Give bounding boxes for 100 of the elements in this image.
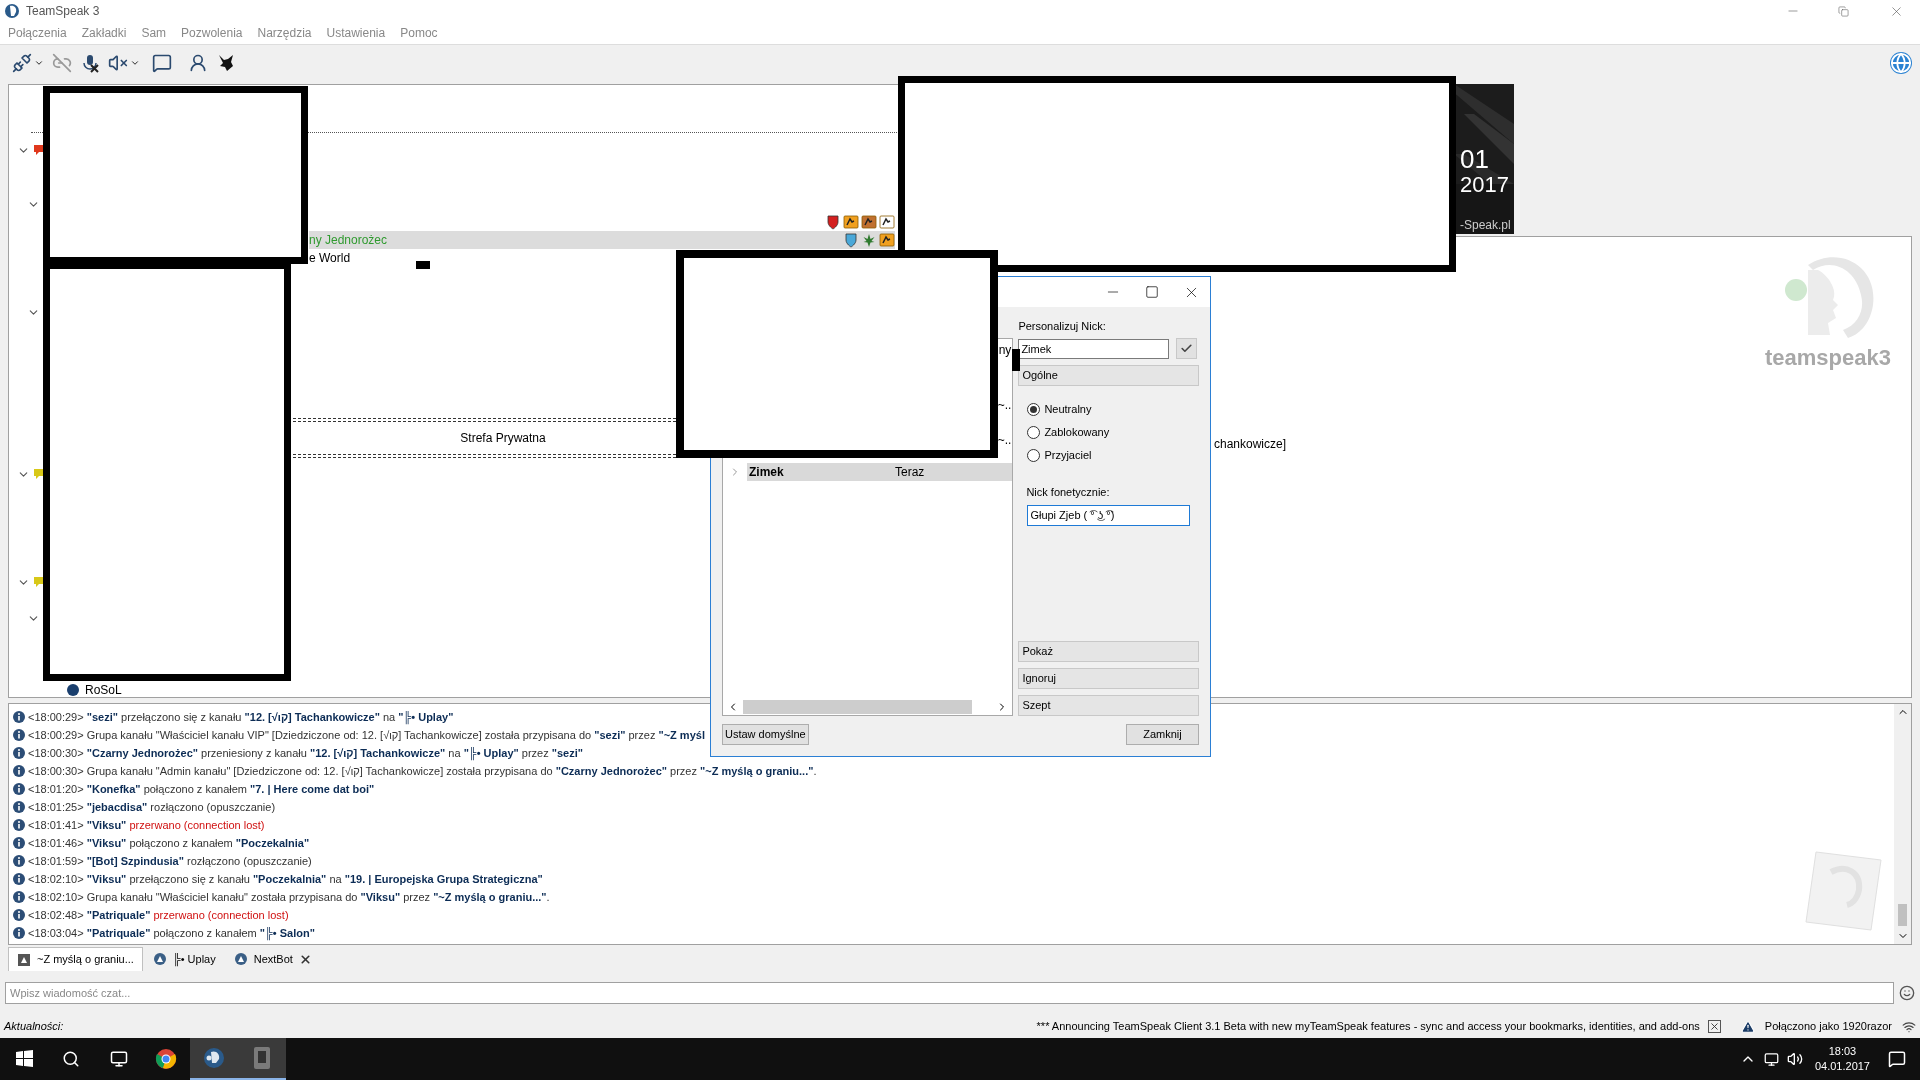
taskbar-app[interactable] [190,1038,238,1080]
menu-item[interactable]: Pozwolenia [181,24,243,42]
globe-icon[interactable] [1890,51,1912,74]
person-icon[interactable] [188,52,208,73]
microphone-off-icon[interactable] [80,52,100,73]
info-icon [13,801,25,813]
action-button[interactable]: Ignoruj [1018,668,1199,689]
menu-item[interactable]: Ustawienia [326,24,386,42]
info-icon [13,891,25,903]
action-button[interactable]: Pokaż [1018,641,1199,662]
menu-item[interactable]: Sam [141,24,167,42]
log-message: <18:02:10> "Viksu" przełączono się z kanału "Poczekalnia" na "19. | Europejska Grupa Strategiczna" [28,871,543,887]
news-ticker: *** Announcing TeamSpeak Client 3.1 Beta with new myTeamSpeak features - sync and access your bookmarks, identities, and add-ons [1036,1019,1700,1035]
radio-icon[interactable] [1027,448,1041,462]
reset-button[interactable]: Ustaw domyślne [722,724,809,745]
client-name[interactable]: RoSoL [85,681,122,697]
log-message: <18:01:46> "Viksu" połączono z kanałem "Poczekalnia" [28,835,310,851]
section-header[interactable]: Ogólne [1018,365,1199,386]
contact-name: ny [998,342,1012,359]
check-icon [1180,342,1194,355]
vertical-scrollbar[interactable] [1894,704,1911,944]
menu-item[interactable]: Połączenia [8,24,67,42]
radio-option[interactable]: Zablokowany [1027,423,1199,441]
maximize-icon[interactable] [1145,285,1159,299]
close-button[interactable]: Zamknij [1126,724,1199,745]
confirm-button[interactable] [1176,338,1198,359]
clock-date[interactable]: 04.01.2017 [1814,1059,1870,1074]
chat-tab[interactable]: NextBot [225,947,320,971]
close-icon[interactable] [1707,1020,1721,1033]
nick-field[interactable]: Zimek [1018,338,1170,359]
phonetic-label: Nick fonetycznie: [1025,485,1111,500]
shield-icon [843,232,859,248]
taskbar-app[interactable] [238,1038,286,1080]
chat-tab[interactable]: ╠• Uplay [144,947,224,971]
scroll-thumb[interactable] [1898,904,1907,926]
chat-tab[interactable]: ~Z myślą o graniu... [8,947,143,971]
spacer-title[interactable]: Strefa Prywatna [460,429,546,447]
warning-icon [1740,1019,1755,1034]
clock-time[interactable]: 18:03 [1828,1044,1857,1059]
contact-name: ~.. [997,432,1012,449]
game-badge-icon [879,232,895,248]
phonetic-field[interactable]: Głupi Zjeb ( ͡° ͜ʖ ͡°) [1027,504,1191,526]
info-icon [13,729,25,741]
menu-item[interactable]: Pomoc [400,24,438,42]
info-icon [13,711,25,723]
tab-icon [17,952,31,967]
speaker-off-icon[interactable] [108,52,128,73]
notification-icon[interactable] [1888,1050,1906,1068]
contact-name: ~.. [997,397,1012,414]
log-message: <18:02:10> Grupa kanału "Właściciel kanału" została przypisana do "Viksu" przez "~Z myślą o graniu...". [28,889,550,905]
browser-icon [155,1048,177,1070]
volume-icon[interactable] [1786,1051,1803,1067]
game-badge-icon [843,214,859,230]
client-status-icon [67,684,79,696]
radio-option[interactable]: Neutralny [1027,400,1199,418]
smiley-icon[interactable] [1899,985,1915,1001]
window-title: TeamSpeak 3 [26,3,100,20]
nick-label: Personalizuj Nick: [1018,319,1107,334]
contact-name: Zimek [748,464,785,481]
wifi-icon [1902,1019,1916,1034]
banner-day: 01 [1460,146,1511,172]
tab-icon [152,952,167,966]
contact-row[interactable]: Zimek Teraz [747,463,1013,481]
app-icon [252,1046,272,1070]
network-icon[interactable] [1763,1051,1779,1067]
search-icon[interactable] [62,1050,80,1068]
close-icon[interactable] [298,952,312,966]
radio-icon[interactable] [1027,402,1041,416]
news-label: Aktualności: [4,1019,64,1035]
shield-icon [825,214,841,230]
radio-icon[interactable] [1027,425,1041,439]
log-message: <18:02:48> "Patriquale" przerwano (connection lost) [28,907,289,923]
task-view-icon[interactable] [110,1050,128,1068]
tab-icon [233,952,248,966]
game-badge-icon [879,214,895,230]
log-message: <18:01:25> "jebacdisa" rozłączono (opuszczanie) [28,799,276,815]
chat-input[interactable]: Wpisz wiadomość czat... [5,982,1894,1004]
client-name[interactable]: e World [309,249,351,267]
info-icon [13,837,25,849]
banner-site: -Speak.pl [1460,219,1511,231]
info-icon [13,783,25,795]
chat-bubble-icon[interactable] [152,52,172,73]
menu-item[interactable]: Zakładki [81,24,127,42]
redaction-mark [416,261,430,269]
log-message: <18:01:41> "Viksu" przerwano (connection lost) [28,817,265,833]
log-message: <18:01:20> "Konefka" połączono z kanałem "7. | Here come dat boi" [28,781,375,797]
info-icon [13,909,25,921]
banner-year: 2017 [1460,174,1510,196]
info-icon [13,765,25,777]
action-button[interactable]: Szept [1018,695,1199,716]
plug-icon[interactable] [12,52,32,73]
info-icon [13,855,25,867]
info-icon [13,819,25,831]
log-message: <18:01:59> "[Bot] Szpindusia" rozłączono (opuszczanie) [28,853,312,869]
log-message: <18:03:04> "Patriquale" połączono z kanałem "╠• Salon" [28,925,315,942]
client-name: ny Jednorożec [309,232,388,249]
radio-option[interactable]: Przyjaciel [1027,446,1199,464]
menu-item[interactable]: Narzędzia [257,24,312,42]
contact-time: Teraz [895,464,925,481]
channel-description: chankowicze] [1214,436,1287,453]
